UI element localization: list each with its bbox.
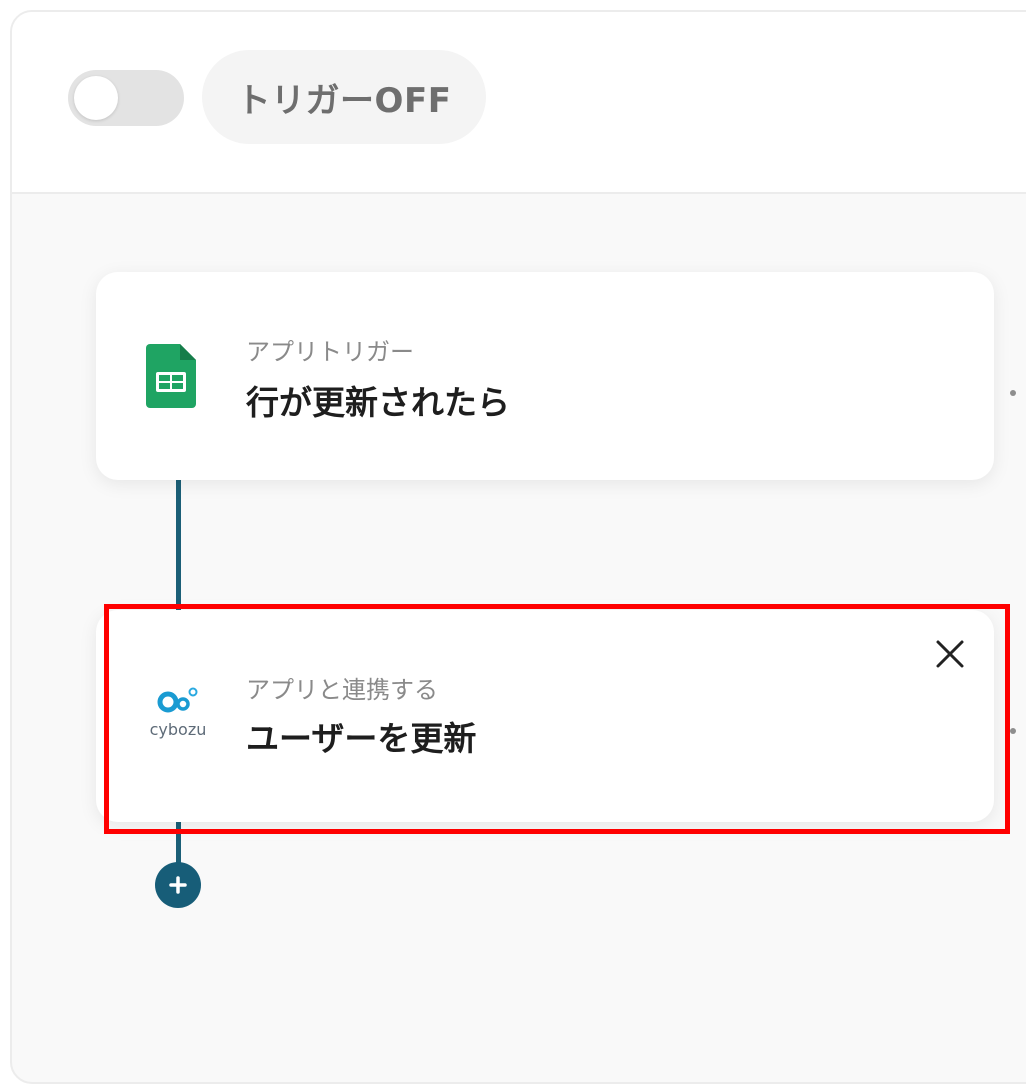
flow-connector: [176, 480, 181, 612]
google-sheets-icon: [146, 344, 196, 412]
close-icon[interactable]: [930, 634, 970, 674]
side-handle: [1010, 728, 1016, 734]
step-title: 行が更新されたら: [246, 383, 510, 422]
step-subtitle: アプリと連携する: [246, 676, 438, 704]
plus-icon: [169, 876, 187, 894]
flow-header: トリガーOFF: [12, 12, 1026, 194]
flow-step-trigger[interactable]: アプリトリガー 行が更新されたら: [96, 272, 994, 480]
add-step-button[interactable]: [155, 862, 201, 908]
trigger-status-badge: トリガーOFF: [202, 50, 486, 144]
flow-panel: トリガーOFF: [10, 10, 1026, 1084]
trigger-status-label: トリガーOFF: [236, 80, 452, 121]
cybozu-icon: cybozu: [138, 680, 218, 739]
side-handle: [1010, 390, 1016, 396]
toggle-knob: [74, 76, 118, 120]
step-title: ユーザーを更新: [246, 719, 477, 758]
step-subtitle: アプリトリガー: [246, 338, 414, 366]
cybozu-logo-text: cybozu: [149, 720, 207, 739]
trigger-toggle[interactable]: [68, 70, 184, 126]
flow-step-action[interactable]: cybozu アプリと連携する ユーザーを更新: [96, 610, 994, 822]
